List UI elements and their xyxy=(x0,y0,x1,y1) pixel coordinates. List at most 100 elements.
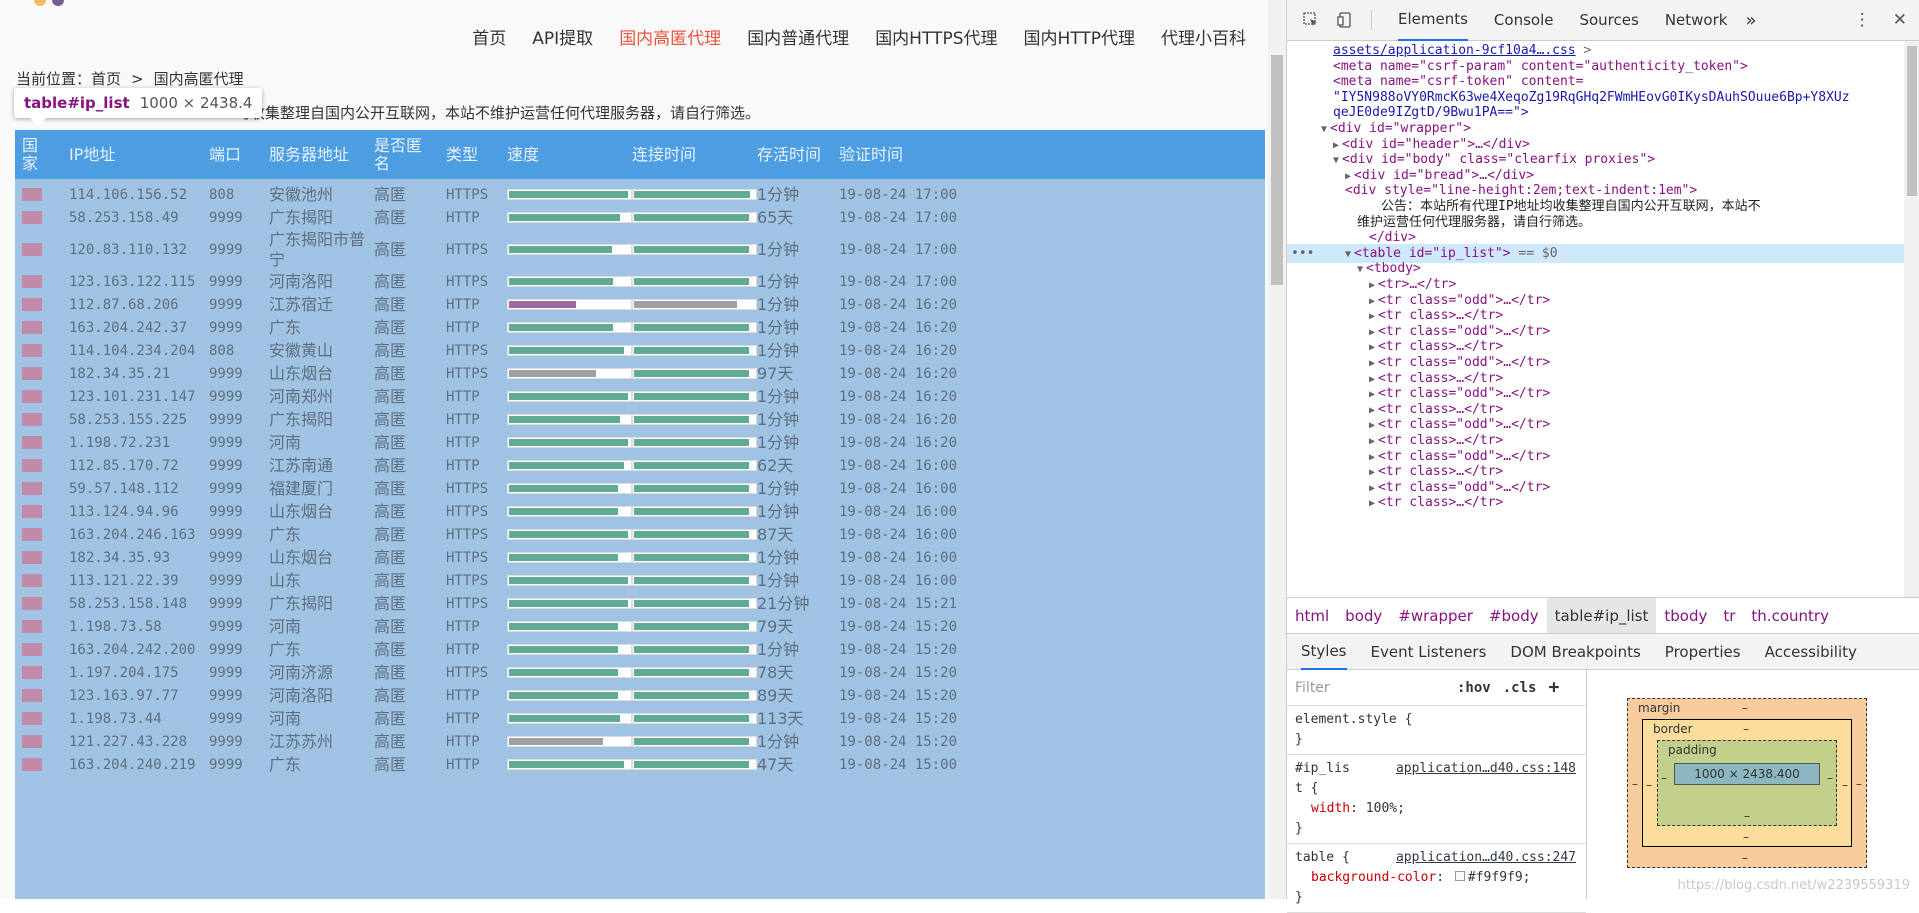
expand-arrow-icon[interactable]: ▶ xyxy=(1369,389,1375,400)
box-model-margin[interactable]: margin – – – – border – – – – padding – … xyxy=(1627,698,1867,868)
tab-elements[interactable]: Elements xyxy=(1398,0,1468,41)
page-scrollbar[interactable] xyxy=(1268,0,1286,899)
table-row[interactable]: 1.198.73.44 9999 河南 高匿 HTTP 113天 19-08-24 15:2… xyxy=(15,707,1265,730)
table-row[interactable]: 112.85.170.72 9999 江苏南通 高匿 HTTP 62天 19-08-24 1… xyxy=(15,454,1265,477)
css-source-link[interactable]: application…d40.css:148 xyxy=(1396,759,1576,779)
table-row[interactable]: 112.87.68.206 9999 江苏宿迁 高匿 HTTP 1分钟 19-08-24 1… xyxy=(15,293,1265,316)
css-rule[interactable]: element.style {} xyxy=(1287,706,1586,755)
expand-arrow-icon[interactable]: ▶ xyxy=(1369,327,1375,338)
expand-arrow-icon[interactable]: ▶ xyxy=(1369,467,1375,478)
expand-arrow-icon[interactable]: ▶ xyxy=(1369,342,1375,353)
nav-link[interactable]: API提取 xyxy=(532,24,593,49)
dom-breadcrumb-item[interactable]: th.country xyxy=(1743,598,1837,633)
collapse-arrow-icon[interactable]: ▼ xyxy=(1345,249,1351,260)
dom-breadcrumb-item[interactable]: body xyxy=(1337,598,1390,633)
expand-arrow-icon[interactable]: ▶ xyxy=(1369,420,1375,431)
expand-arrow-icon[interactable]: ▶ xyxy=(1369,280,1375,291)
table-row[interactable]: 59.57.148.112 9999 福建厦门 高匿 HTTPS 1分钟 19-08-24 … xyxy=(15,477,1265,500)
table-row[interactable]: 123.163.122.115 9999 河南洛阳 高匿 HTTPS 1分钟 19-08-2… xyxy=(15,270,1265,293)
subtab-accessibility[interactable]: Accessibility xyxy=(1765,634,1857,670)
expand-arrow-icon[interactable]: ▶ xyxy=(1333,140,1339,151)
dom-breadcrumb-item[interactable]: tr xyxy=(1715,598,1743,633)
table-row[interactable]: 1.198.73.58 9999 河南 高匿 HTTP 79天 19-08-24 15:20 xyxy=(15,615,1265,638)
subtab-properties[interactable]: Properties xyxy=(1665,634,1741,670)
table-row[interactable]: 163.204.240.219 9999 广东 高匿 HTTP 47天 19-08-24 1… xyxy=(15,753,1265,776)
box-model-content[interactable]: 1000 × 2438.400 xyxy=(1674,763,1820,785)
tab-sources[interactable]: Sources xyxy=(1579,0,1638,41)
class-toggle[interactable]: .cls xyxy=(1503,680,1537,696)
dom-breadcrumb-item[interactable]: #wrapper xyxy=(1390,598,1481,633)
css-property[interactable]: background-color: #f9f9f9; xyxy=(1295,868,1578,888)
device-toolbar-icon[interactable] xyxy=(1335,10,1355,30)
more-tabs-button[interactable]: » xyxy=(1745,0,1756,41)
collapse-arrow-icon[interactable]: ▼ xyxy=(1321,124,1327,135)
tab-console[interactable]: Console xyxy=(1494,0,1554,41)
expand-arrow-icon[interactable]: ▶ xyxy=(1369,311,1375,322)
table-row[interactable]: 163.204.242.200 9999 广东 高匿 HTTP 1分钟 19-08-24 1… xyxy=(15,638,1265,661)
styles-filter-input[interactable]: Filter xyxy=(1295,680,1445,696)
table-row[interactable]: 121.227.43.228 9999 江苏苏州 高匿 HTTP 1分钟 19-08-24 … xyxy=(15,730,1265,753)
table-row[interactable]: 114.106.156.52 808 安徽池州 高匿 HTTPS 1分钟 19-08-24 … xyxy=(15,183,1265,206)
column-header[interactable]: 服务器地址 xyxy=(269,130,349,179)
add-rule-button[interactable]: + xyxy=(1548,677,1559,698)
page-scrollbar-thumb[interactable] xyxy=(1271,55,1283,285)
nav-link[interactable]: 国内HTTP代理 xyxy=(1023,24,1135,49)
table-row[interactable]: 1.198.72.231 9999 河南 高匿 HTTP 1分钟 19-08-24 16:2… xyxy=(15,431,1265,454)
table-row[interactable]: 1.197.204.175 9999 河南济源 高匿 HTTPS 78天 19-08-24 … xyxy=(15,661,1265,684)
close-icon[interactable]: ✕ xyxy=(1893,10,1907,30)
collapse-arrow-icon[interactable]: ▼ xyxy=(1357,264,1363,275)
expand-arrow-icon[interactable]: ▶ xyxy=(1369,374,1375,385)
table-row[interactable]: 163.204.242.37 9999 广东 高匿 HTTP 1分钟 19-08-24 16… xyxy=(15,316,1265,339)
css-source-link[interactable]: application…d40.css:247 xyxy=(1396,848,1576,868)
expand-arrow-icon[interactable]: ▶ xyxy=(1369,452,1375,463)
table-row[interactable]: 123.101.231.147 9999 河南郑州 高匿 HTTP 1分钟 19-08-24… xyxy=(15,385,1265,408)
table-row[interactable]: 163.204.246.163 9999 广东 高匿 HTTPS 87天 19-08-24 … xyxy=(15,523,1265,546)
expand-arrow-icon[interactable]: ▶ xyxy=(1369,483,1375,494)
table-row[interactable]: 120.83.110.132 9999 广东揭阳市普宁 高匿 HTTPS 1分钟 19-08… xyxy=(15,229,1265,270)
site-logo[interactable] xyxy=(34,0,70,10)
expand-arrow-icon[interactable]: ▶ xyxy=(1369,296,1375,307)
collapse-arrow-icon[interactable]: ▼ xyxy=(1333,155,1339,166)
expand-arrow-icon[interactable]: ▶ xyxy=(1345,171,1351,182)
column-header[interactable]: IP地址 xyxy=(69,130,115,179)
dom-breadcrumb-item[interactable]: tbody xyxy=(1656,598,1715,633)
column-header[interactable]: 是否匿名 xyxy=(374,130,424,179)
css-rule[interactable]: #ip_lis t {application…d40.css:148 width: … xyxy=(1287,755,1586,844)
box-model-border[interactable]: border – – – – padding – – – 1000 × 2438… xyxy=(1642,719,1852,847)
css-property[interactable]: width: 100%; xyxy=(1295,799,1578,819)
nav-link[interactable]: 国内高匿代理 xyxy=(619,24,721,49)
table-row[interactable]: 182.34.35.93 9999 山东烟台 高匿 HTTPS 1分钟 19-08-24 1… xyxy=(15,546,1265,569)
subtab-dom-breakpoints[interactable]: DOM Breakpoints xyxy=(1510,634,1640,670)
css-rule[interactable]: table {application…d40.css:247 background… xyxy=(1287,844,1586,913)
dom-breadcrumb-item[interactable]: table#ip_list xyxy=(1546,598,1657,633)
subtab-event-listeners[interactable]: Event Listeners xyxy=(1371,634,1487,670)
column-header[interactable]: 验证时间 xyxy=(839,130,903,179)
nav-link[interactable]: 首页 xyxy=(472,24,506,49)
table-row[interactable]: 58.253.155.225 9999 广东揭阳 高匿 HTTP 1分钟 19-08-24 … xyxy=(15,408,1265,431)
elements-scrollbar-thumb[interactable] xyxy=(1907,46,1917,196)
nav-link[interactable]: 国内HTTPS代理 xyxy=(875,24,997,49)
dom-breadcrumb-item[interactable]: html xyxy=(1287,598,1337,633)
column-header[interactable]: 存活时间 xyxy=(757,130,821,179)
subtab-styles[interactable]: Styles xyxy=(1301,634,1347,670)
color-swatch-icon[interactable] xyxy=(1454,871,1465,881)
dom-node[interactable]: ▶ <tr class>…</tr> xyxy=(1287,493,1907,512)
breadcrumb-home-link[interactable]: 首页 xyxy=(91,70,121,88)
table-row[interactable]: 182.34.35.21 9999 山东烟台 高匿 HTTPS 97天 19-08-24 1… xyxy=(15,362,1265,385)
column-header[interactable]: 连接时间 xyxy=(632,130,696,179)
table-row[interactable]: 113.124.94.96 9999 山东烟台 高匿 HTTPS 1分钟 19-08-24 … xyxy=(15,500,1265,523)
elements-scrollbar[interactable] xyxy=(1904,41,1919,597)
nav-link[interactable]: 代理小百科 xyxy=(1161,24,1246,49)
expand-arrow-icon[interactable]: ▶ xyxy=(1369,436,1375,447)
column-header[interactable]: 国家 xyxy=(22,130,40,179)
table-row[interactable]: 114.104.234.204 808 安徽黄山 高匿 HTTPS 1分钟 19-08-24… xyxy=(15,339,1265,362)
box-model-padding[interactable]: padding – – – 1000 × 2438.400 xyxy=(1657,740,1837,826)
table-row[interactable]: 58.253.158.148 9999 广东揭阳 高匿 HTTPS 21分钟 19-08-2… xyxy=(15,592,1265,615)
table-row[interactable]: 58.253.158.49 9999 广东揭阳 高匿 HTTP 65天 19-08-24 1… xyxy=(15,206,1265,229)
tab-network[interactable]: Network xyxy=(1665,0,1728,41)
column-header[interactable]: 类型 xyxy=(446,130,478,179)
dom-breadcrumb-item[interactable]: #body xyxy=(1481,598,1547,633)
customize-menu-icon[interactable]: ⋮ xyxy=(1854,10,1871,30)
expand-arrow-icon[interactable]: ▶ xyxy=(1369,498,1375,509)
expand-arrow-icon[interactable]: ▶ xyxy=(1369,358,1375,369)
